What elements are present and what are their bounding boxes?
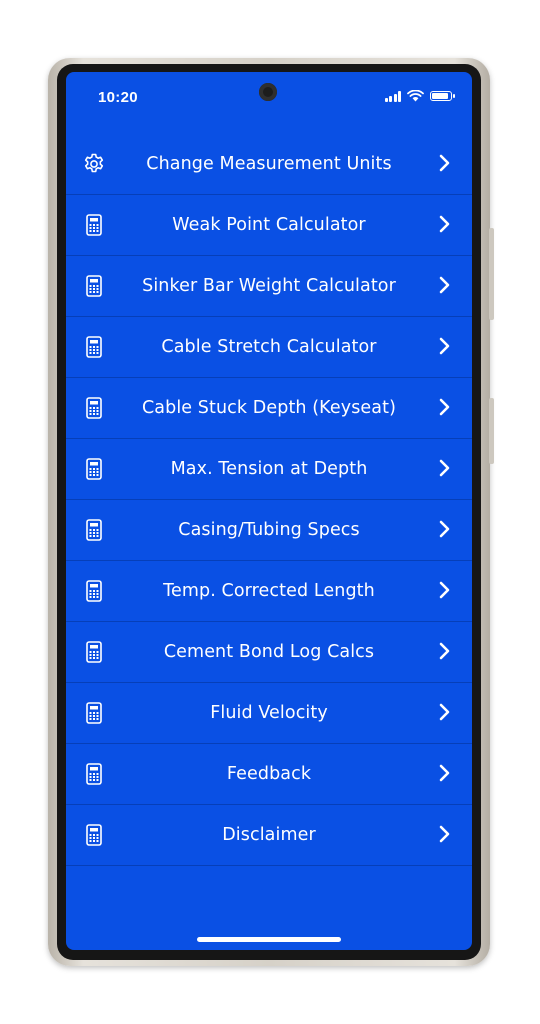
- chevron-right-icon: [438, 825, 450, 843]
- chevron-right-icon: [438, 520, 450, 538]
- calculator-icon: [83, 274, 105, 298]
- menu-item-label: Temp. Corrected Length: [163, 581, 375, 601]
- menu-item-label: Weak Point Calculator: [172, 215, 366, 235]
- chevron-right-icon: [438, 642, 450, 660]
- chevron-right-icon: [438, 703, 450, 721]
- menu-item-cement-bond-log-calcs[interactable]: Cement Bond Log Calcs: [66, 622, 472, 683]
- calculator-icon: [83, 579, 105, 603]
- menu-item-weak-point-calculator[interactable]: Weak Point Calculator: [66, 195, 472, 256]
- menu-item-disclaimer[interactable]: Disclaimer: [66, 805, 472, 866]
- menu-item-label: Cable Stretch Calculator: [161, 337, 377, 357]
- menu-item-label: Cement Bond Log Calcs: [163, 642, 375, 662]
- chevron-right-icon: [438, 398, 450, 416]
- menu-item-label: Cable Stuck Depth (Keyseat): [141, 398, 397, 418]
- chevron-right-icon: [438, 276, 450, 294]
- calculator-icon: [83, 213, 105, 237]
- menu-item-feedback[interactable]: Feedback: [66, 744, 472, 805]
- calculator-icon: [83, 823, 105, 847]
- menu-item-sinker-bar-weight-calculator[interactable]: Sinker Bar Weight Calculator: [66, 256, 472, 317]
- calculator-icon: [83, 396, 105, 420]
- menu-item-label: Disclaimer: [222, 825, 316, 845]
- calculator-icon: [83, 701, 105, 725]
- menu-item-label: Sinker Bar Weight Calculator: [142, 276, 396, 296]
- chevron-right-icon: [438, 764, 450, 782]
- menu-item-label: Feedback: [226, 764, 312, 784]
- home-indicator[interactable]: [197, 937, 341, 942]
- status-icons: [384, 90, 455, 102]
- calculator-icon: [83, 762, 105, 786]
- battery-icon: [430, 91, 455, 101]
- camera-icon: [259, 83, 277, 101]
- menu-list: Change Measurement Units Weak Point Calcu…: [66, 134, 472, 866]
- chevron-right-icon: [438, 459, 450, 477]
- gear-icon: [82, 152, 104, 176]
- menu-item-casing-tubing-specs[interactable]: Casing/Tubing Specs: [66, 500, 472, 561]
- signal-icon: [384, 90, 401, 102]
- chevron-right-icon: [438, 337, 450, 355]
- wifi-icon: [407, 90, 424, 102]
- menu-item-temp-corrected-length[interactable]: Temp. Corrected Length: [66, 561, 472, 622]
- menu-item-label: Casing/Tubing Specs: [178, 520, 360, 540]
- volume-button: [489, 228, 494, 320]
- chevron-right-icon: [438, 215, 450, 233]
- app-screen: 10:20 Change Measurement Units Weak Point…: [66, 72, 472, 950]
- menu-item-max-tension-at-depth[interactable]: Max. Tension at Depth: [66, 439, 472, 500]
- menu-item-fluid-velocity[interactable]: Fluid Velocity: [66, 683, 472, 744]
- calculator-icon: [83, 640, 105, 664]
- menu-item-change-measurement-units[interactable]: Change Measurement Units: [66, 134, 472, 195]
- calculator-icon: [83, 335, 105, 359]
- status-time: 10:20: [98, 89, 138, 106]
- chevron-right-icon: [438, 581, 450, 599]
- power-button: [489, 398, 494, 464]
- calculator-icon: [83, 518, 105, 542]
- chevron-right-icon: [438, 154, 450, 172]
- menu-item-label: Fluid Velocity: [210, 703, 328, 723]
- calculator-icon: [83, 457, 105, 481]
- menu-item-label: Max. Tension at Depth: [170, 459, 368, 479]
- menu-item-cable-stretch-calculator[interactable]: Cable Stretch Calculator: [66, 317, 472, 378]
- menu-item-cable-stuck-depth-keyseat[interactable]: Cable Stuck Depth (Keyseat): [66, 378, 472, 439]
- menu-item-label: Change Measurement Units: [146, 154, 392, 174]
